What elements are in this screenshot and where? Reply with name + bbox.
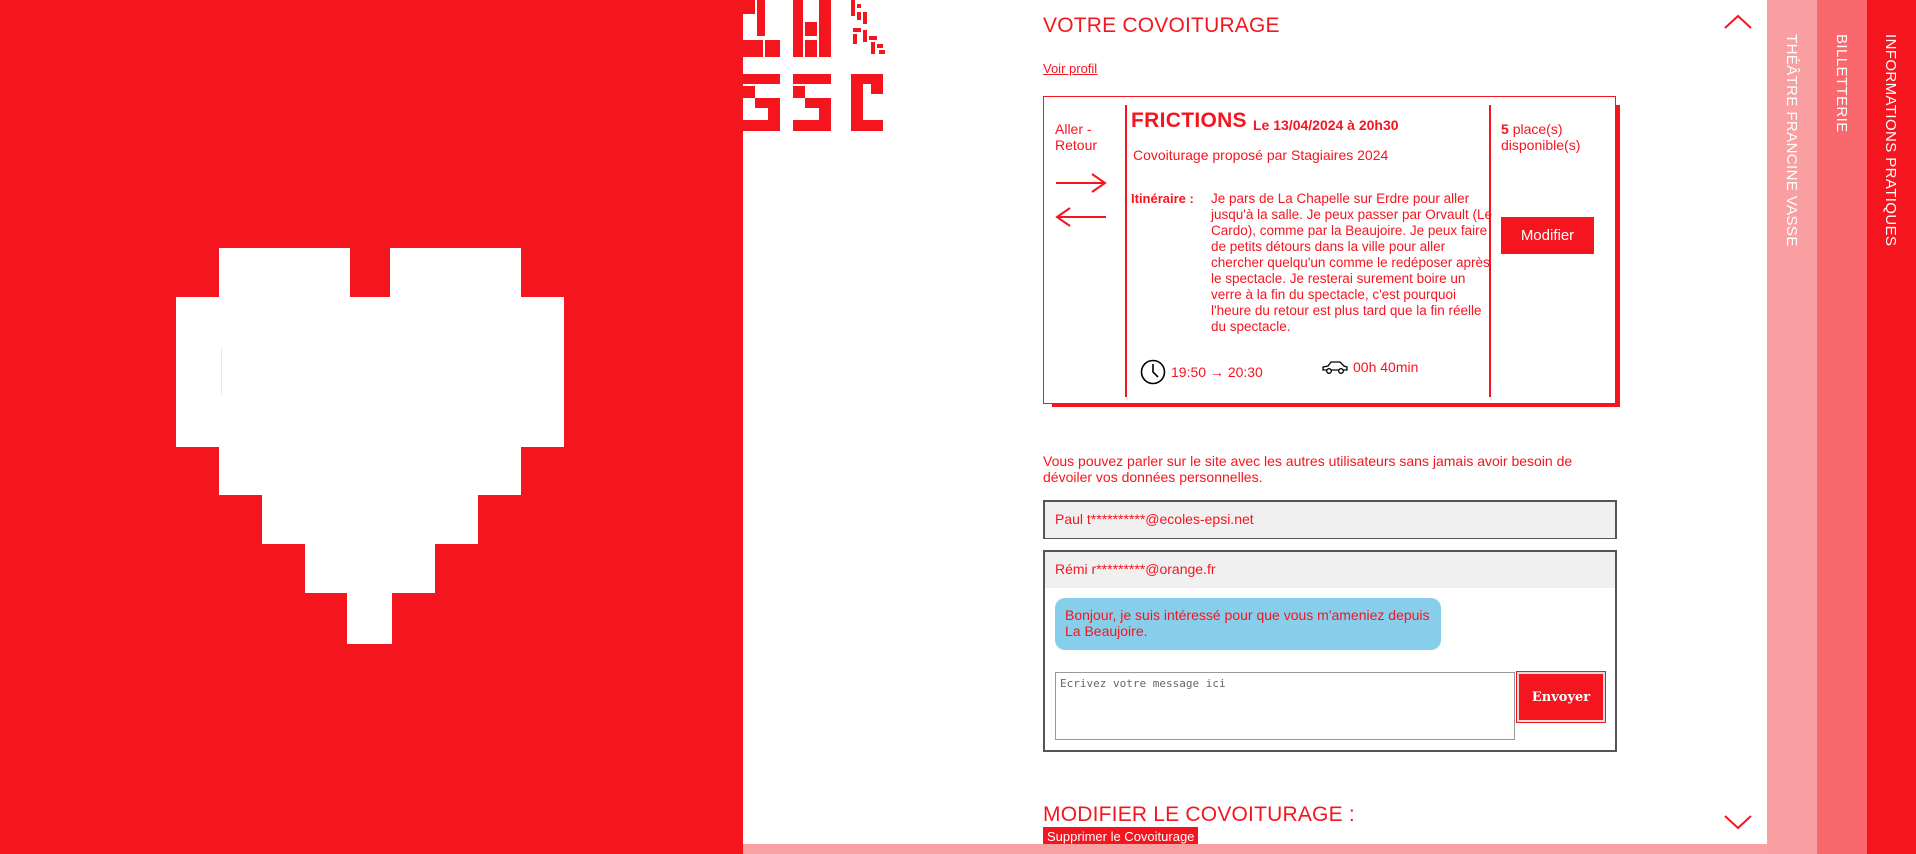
heart-logo (176, 248, 564, 644)
arrow-right-icon (1055, 173, 1107, 227)
tab-informations-label: INFORMATIONS PRATIQUES (1882, 34, 1899, 247)
trip-direction: Aller - Retour (1055, 121, 1098, 153)
show-date: Le 13/04/2024 à 20h30 (1253, 117, 1399, 133)
itinerary-text: Je pars de La Chapelle sur Erdre pour al… (1211, 191, 1492, 334)
page-title: VOTRE COVOITURAGE (1043, 14, 1280, 37)
time-range: 19:50 → 20:30 (1140, 359, 1263, 385)
chevron-up-icon[interactable] (1722, 12, 1754, 32)
message-input[interactable] (1055, 672, 1515, 740)
modify-button[interactable]: Modifier (1501, 217, 1594, 254)
time-range-text: 19:50 → 20:30 (1171, 364, 1263, 380)
tab-theatre-label: THÉÂTRE FRANCINE VASSE (1783, 34, 1800, 247)
privacy-info-text: Vous pouvez parler sur le site avec les … (1043, 453, 1573, 485)
trip-duration: 00h 40min (1321, 359, 1418, 375)
carpool-proposer: Covoiturage proposé par Stagiaires 2024 (1133, 147, 1389, 163)
tab-billetterie-label: BILLETTERIE (1833, 34, 1850, 133)
card-divider (1125, 105, 1127, 397)
tab-informations[interactable]: INFORMATIONS PRATIQUES (1867, 0, 1916, 854)
places-count: 5 (1501, 121, 1509, 137)
send-button[interactable]: Envoyer (1516, 671, 1606, 723)
conversation-thread[interactable]: Paul t**********@ecoles-epsi.net (1043, 500, 1617, 539)
show-title: FRICTIONS (1131, 109, 1247, 132)
trip-duration-text: 00h 40min (1353, 359, 1419, 375)
conversation-thread: Rémi r*********@orange.fr Bonjour, je su… (1043, 550, 1617, 752)
arrow-left-icon (1055, 207, 1106, 227)
conversation-contact[interactable]: Paul t**********@ecoles-epsi.net (1045, 502, 1615, 538)
itinerary-label: Itinéraire : (1131, 191, 1194, 206)
edit-section-title: MODIFIER LE COVOITURAGE : (1043, 803, 1355, 826)
left-hero-panel (0, 0, 743, 854)
tab-theatre[interactable]: THÉÂTRE FRANCINE VASSE (1767, 0, 1817, 854)
carpool-card: Aller - Retour FRICTIONS Le 13/04/2024 à… (1043, 96, 1616, 404)
bottom-strip (743, 844, 1767, 854)
chevron-down-icon[interactable] (1722, 812, 1754, 832)
car-icon (1322, 361, 1348, 374)
message-bubble: Bonjour, je suis intéressé pour que vous… (1055, 598, 1441, 650)
view-profile-link[interactable]: Voir profil (1043, 61, 1097, 76)
tab-billetterie[interactable]: BILLETTERIE (1817, 0, 1867, 854)
places-label: place(s) disponible(s) (1501, 121, 1581, 153)
conversation-contact[interactable]: Rémi r*********@orange.fr (1045, 552, 1615, 588)
theatre-logo (743, 0, 885, 131)
available-places: 5 place(s) disponible(s) (1501, 121, 1611, 153)
text-cursor (221, 348, 222, 394)
clock-icon (1140, 359, 1166, 385)
